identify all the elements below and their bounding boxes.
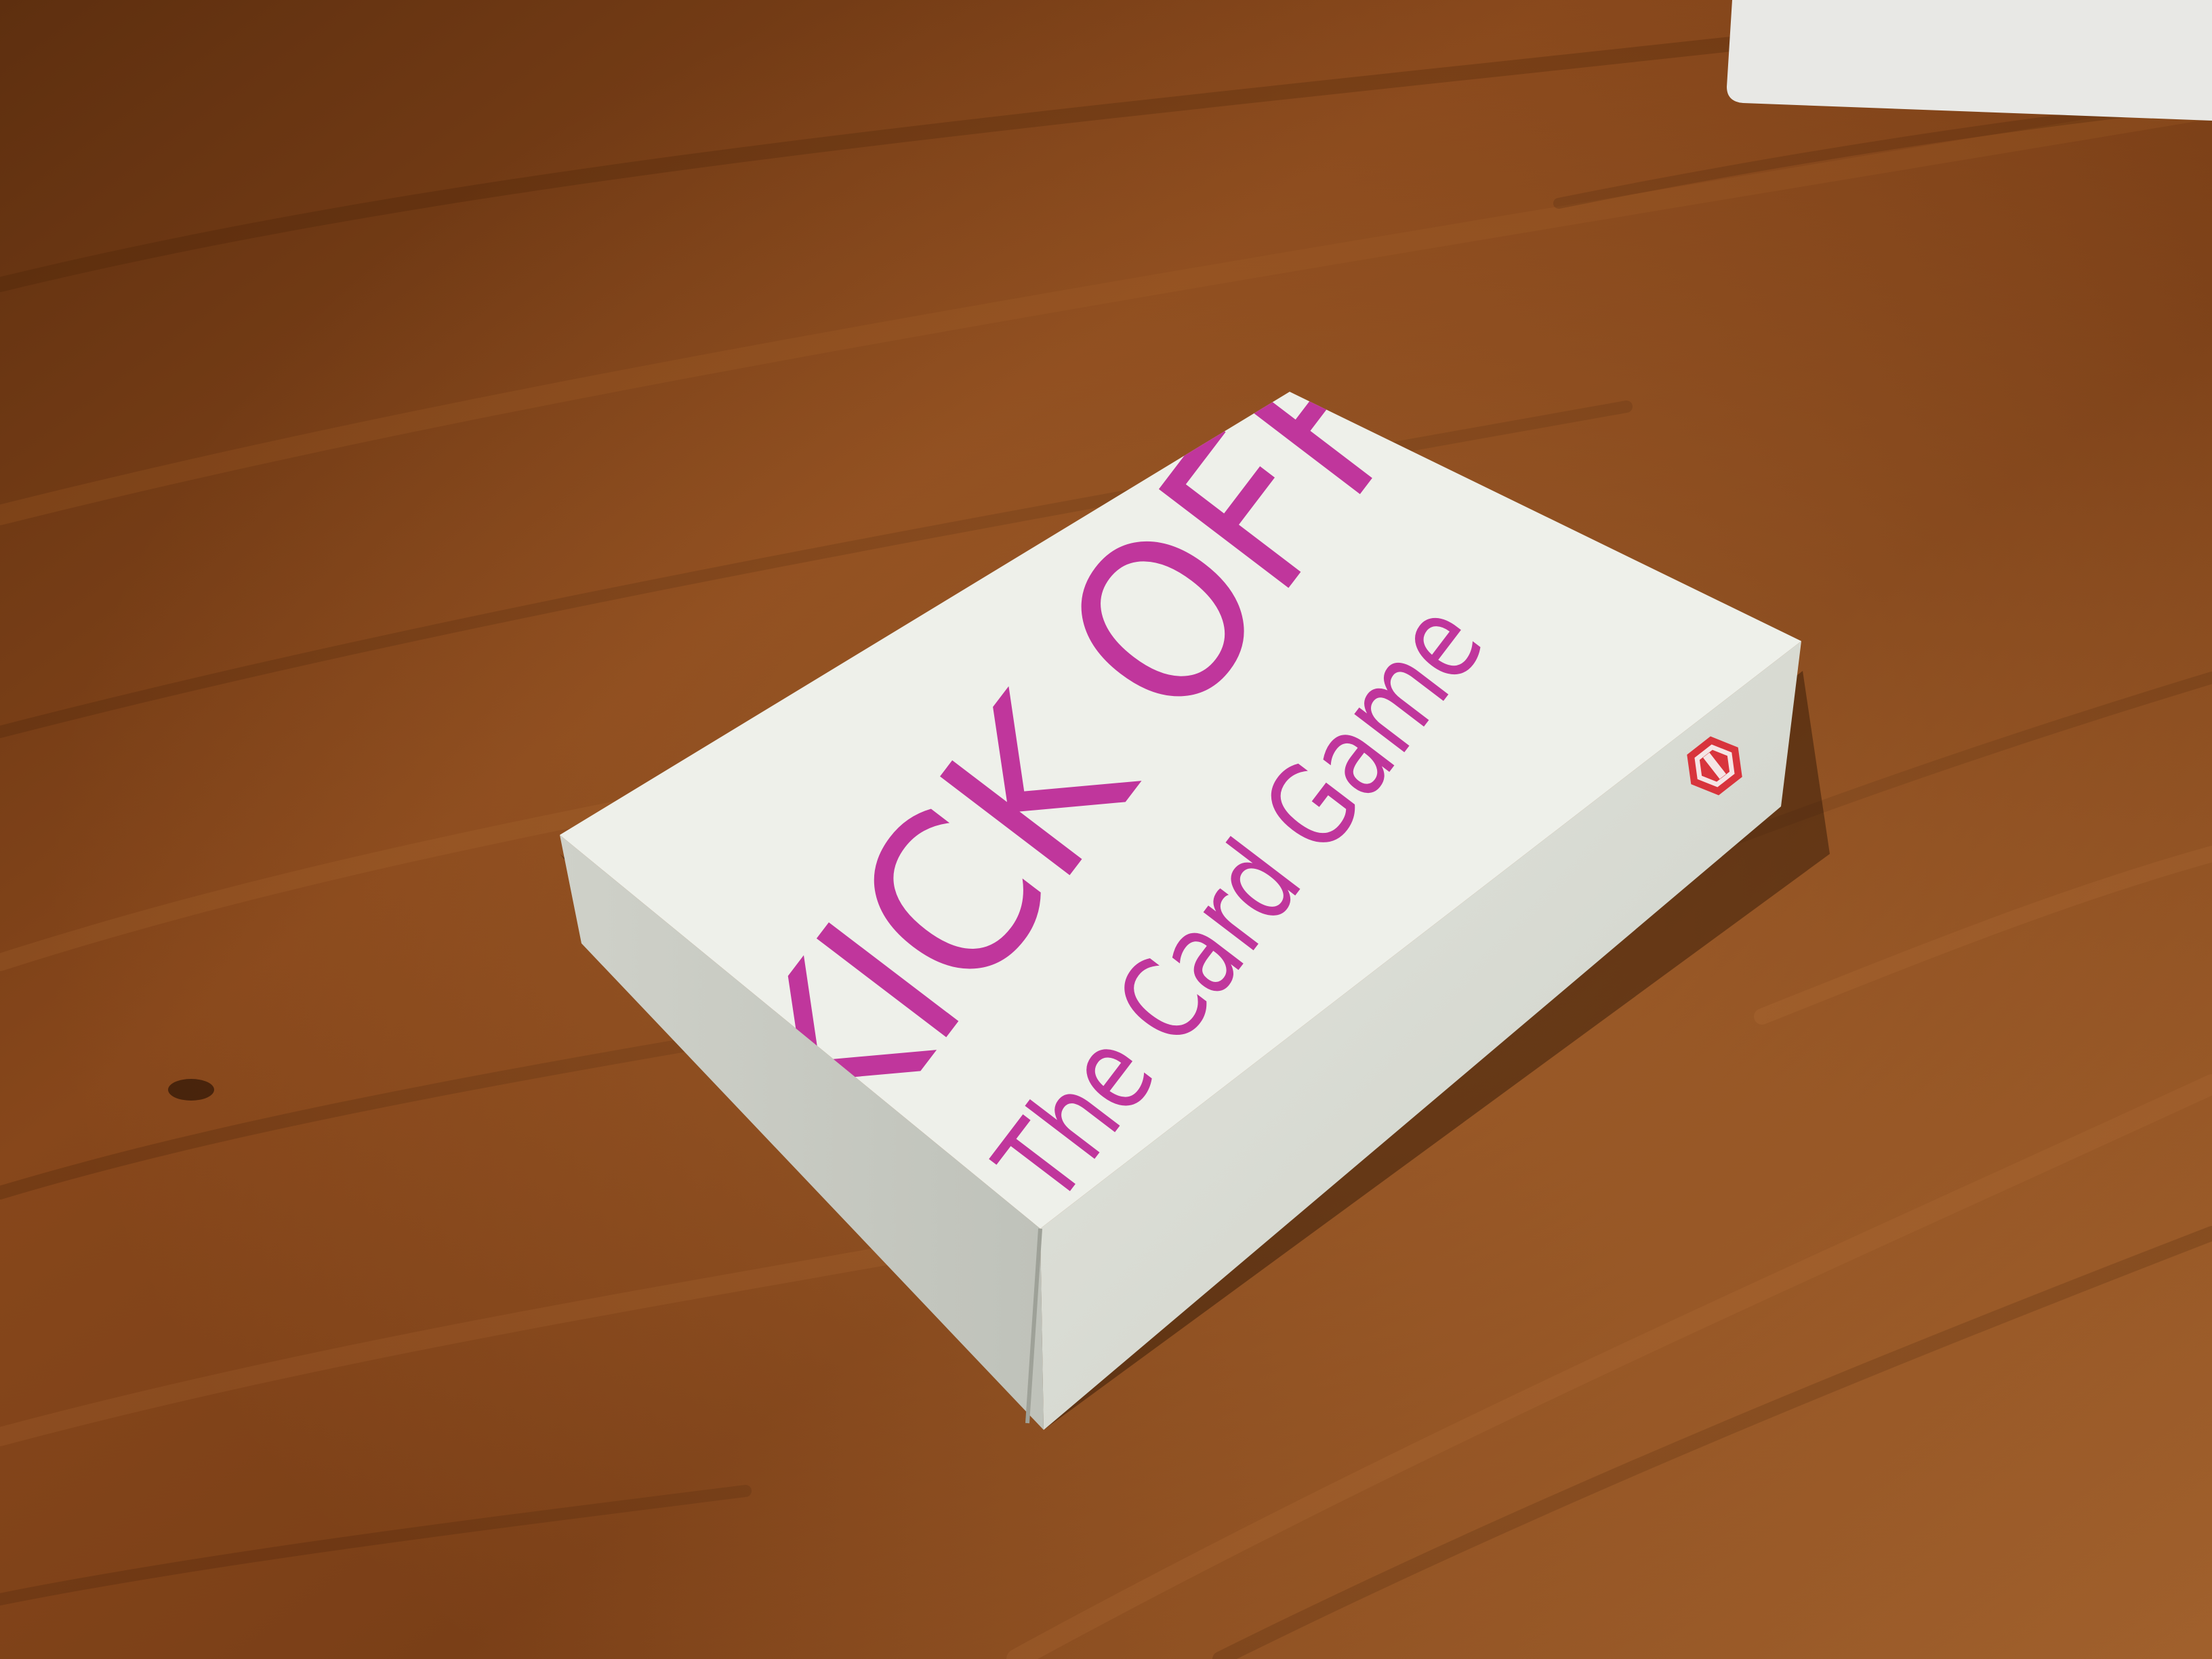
photo-scene: KICK OFF The Card Game	[0, 0, 2212, 1659]
background-white-object	[1727, 0, 2212, 121]
wood-knot	[168, 1079, 214, 1101]
